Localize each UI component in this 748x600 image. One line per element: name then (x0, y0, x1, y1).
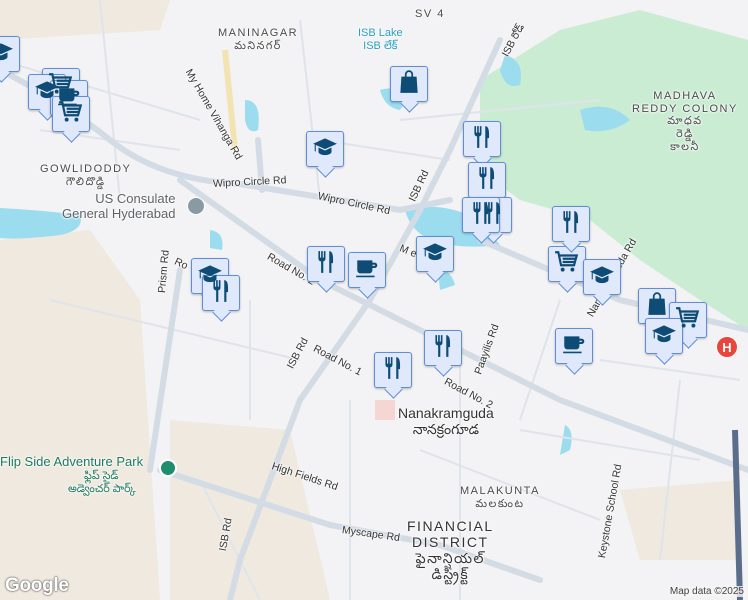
marker-restaurant[interactable] (374, 352, 412, 388)
area-label-madhava-reddy-colony: MADHAVA REDDY COLONY మాధవ రెడ్డి కాలనీ (632, 90, 738, 153)
area-label-maninagar: MANINAGAR మనినగర్ (218, 27, 299, 52)
marker-school[interactable] (416, 236, 454, 272)
marker-cafe[interactable] (348, 252, 386, 288)
school-icon (651, 321, 677, 352)
shopping-cart-icon (58, 99, 84, 130)
marker-restaurant[interactable] (468, 162, 506, 198)
restaurant-icon (208, 278, 234, 309)
marker-restaurant[interactable] (202, 275, 240, 311)
area-label-nanakramguda: Nanakramguda నానక్రంగూడ (398, 405, 494, 438)
area-label-sv4: SV 4 (415, 8, 445, 20)
marker-shopping-bag[interactable] (390, 66, 428, 102)
restaurant-icon (468, 200, 494, 231)
marker-shopping-cart[interactable] (548, 246, 586, 282)
marker-cafe[interactable] (555, 328, 593, 364)
area-label-gowlidoddy: GOWLIDODDY గౌలిదొడ్డి (40, 163, 132, 188)
restaurant-icon (474, 165, 500, 196)
cafe-icon (354, 255, 380, 286)
marker-restaurant[interactable] (307, 246, 345, 282)
school-icon (0, 39, 14, 70)
hospital-icon[interactable]: H (716, 336, 738, 358)
map-attribution[interactable]: Map data ©2025 (667, 586, 746, 597)
cafe-icon (561, 331, 587, 362)
poi-label-flipside[interactable]: Flip Side Adventure Park ఫ్లిప్ సైడ్ అడ్వె… (0, 454, 143, 495)
consulate-icon[interactable] (187, 197, 205, 215)
school-icon (589, 262, 615, 293)
area-label-malakunta: MALAKUNTA మలకుంట (460, 485, 540, 510)
marker-shopping-cart[interactable] (52, 96, 90, 132)
marker-school[interactable] (0, 36, 20, 72)
marker-school[interactable] (306, 131, 344, 167)
area-label-financial-district: FINANCIAL DISTRICT ఫైనాన్షియల్ డిస్ట్రిక్ట్ (407, 518, 494, 583)
marker-restaurant[interactable] (552, 206, 590, 242)
school-icon (312, 134, 338, 165)
shopping-bag-icon (644, 291, 670, 322)
marker-restaurant[interactable] (424, 330, 462, 366)
restaurant-icon (558, 209, 584, 240)
shopping-cart-icon (554, 249, 580, 280)
restaurant-icon (313, 249, 339, 280)
restaurant-icon (430, 333, 456, 364)
marker-restaurant[interactable] (463, 121, 501, 157)
shopping-bag-icon (396, 69, 422, 100)
school-icon (422, 239, 448, 270)
water-label-isb-lake: ISB Lake ISB లేక్ (358, 27, 403, 52)
park-pin-icon[interactable] (159, 459, 177, 477)
restaurant-icon (380, 355, 406, 386)
poi-label-us-consulate[interactable]: US Consulate General Hyderabad (62, 191, 175, 222)
marker-school[interactable] (583, 259, 621, 295)
google-logo[interactable]: Google (5, 575, 69, 597)
restaurant-icon (469, 124, 495, 155)
